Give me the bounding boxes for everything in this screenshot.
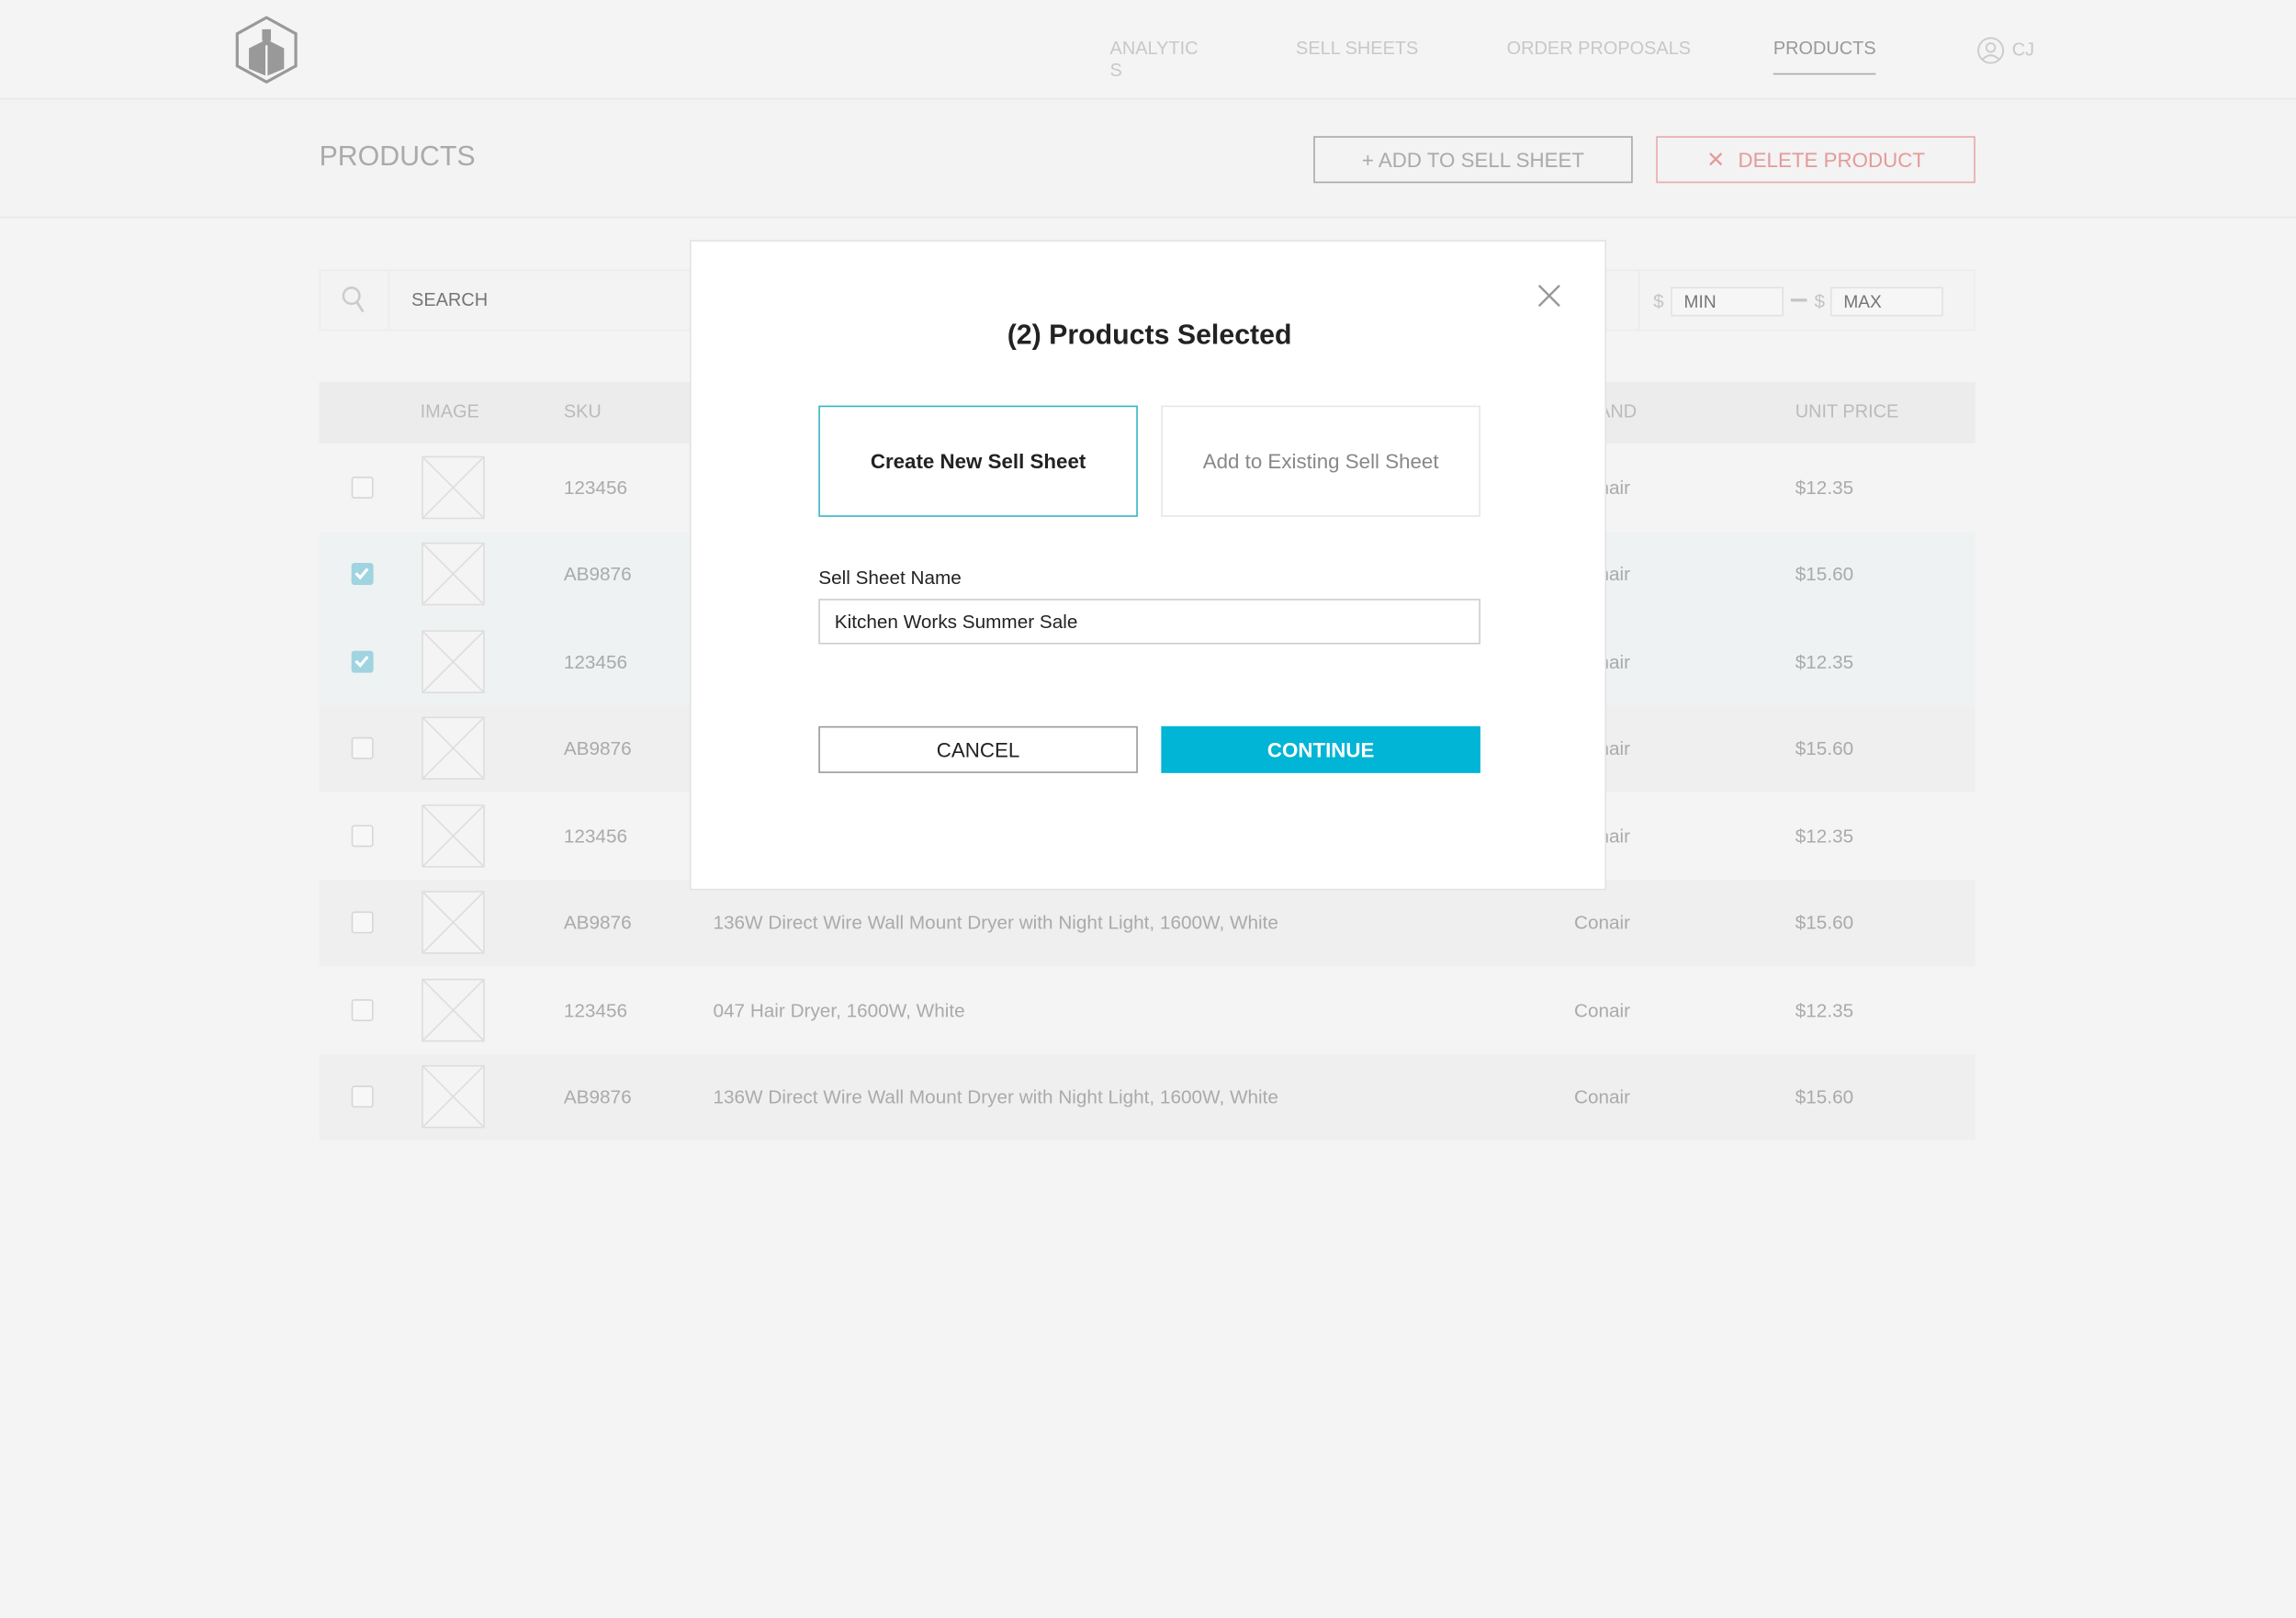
row-checkbox[interactable] (351, 825, 374, 847)
brand-cell: Conair (1573, 911, 1631, 934)
logo-icon[interactable] (234, 16, 298, 91)
user-circle-icon[interactable] (1976, 37, 2005, 72)
price-cell: $15.60 (1795, 1085, 1854, 1108)
row-checkbox[interactable] (351, 476, 374, 499)
row-checkbox[interactable] (351, 911, 374, 934)
nav-products[interactable]: PRODUCTS (1773, 38, 1876, 75)
product-image-placeholder (422, 716, 485, 781)
product-image-placeholder (422, 978, 485, 1042)
brand-cell: Conair (1573, 998, 1631, 1021)
create-new-sell-sheet-option[interactable]: Create New Sell Sheet (818, 405, 1138, 517)
nav-label-wrap: S (1109, 60, 1122, 81)
nav-analytics[interactable]: ANALYTIC S (1110, 38, 1199, 82)
sku-cell: AB9876 (563, 911, 632, 934)
brand-cell: Conair (1573, 1085, 1631, 1108)
row-checkbox[interactable] (351, 563, 374, 586)
table-row[interactable]: AB9876 136W Direct Wire Wall Mount Dryer… (319, 1053, 1975, 1141)
nav-label: ANALYTIC (1109, 38, 1199, 59)
currency-symbol: $ (1653, 289, 1664, 312)
sell-sheet-modal: (2) Products Selected Create New Sell Sh… (689, 240, 1607, 891)
price-cell: $15.60 (1795, 911, 1854, 934)
modal-title: (2) Products Selected (1007, 320, 1292, 352)
nav-sell-sheets[interactable]: SELL SHEETS (1296, 38, 1418, 60)
product-image-placeholder (422, 803, 485, 868)
col-unit-price[interactable]: UNIT PRICE (1795, 401, 1899, 421)
sku-cell: AB9876 (563, 563, 632, 586)
row-checkbox[interactable] (351, 737, 374, 760)
user-initials[interactable]: CJ (2012, 39, 2034, 62)
price-cell: $15.60 (1795, 563, 1854, 586)
row-checkbox[interactable] (351, 998, 374, 1021)
page-header: PRODUCTS + ADD TO SELL SHEET ✕ DELETE PRO… (0, 99, 2296, 219)
product-image-placeholder (422, 1065, 485, 1129)
cancel-button[interactable]: CANCEL (818, 725, 1138, 773)
price-cell: $12.35 (1795, 650, 1854, 673)
delete-label: DELETE PRODUCT (1738, 148, 1925, 172)
nav-order-proposals[interactable]: ORDER PROPOSALS (1507, 38, 1691, 60)
col-sku[interactable]: SKU (564, 401, 602, 421)
description-cell: 136W Direct Wire Wall Mount Dryer with N… (713, 1085, 1278, 1108)
sell-sheet-name-input[interactable] (818, 599, 1480, 645)
top-nav: ANALYTIC S SELL SHEETS ORDER PROPOSALS PR… (0, 0, 2296, 100)
sku-cell: 123456 (563, 825, 628, 847)
description-cell: 136W Direct Wire Wall Mount Dryer with N… (713, 911, 1278, 934)
price-cell: $12.35 (1795, 476, 1854, 499)
delete-product-button[interactable]: ✕ DELETE PRODUCT (1656, 136, 1975, 184)
search-input[interactable] (408, 282, 687, 318)
currency-symbol: $ (1814, 289, 1825, 312)
sell-sheet-name-label: Sell Sheet Name (818, 567, 962, 589)
max-price-input[interactable] (1830, 287, 1943, 317)
product-image-placeholder (422, 543, 485, 606)
col-image: IMAGE (420, 400, 479, 422)
product-image-placeholder (422, 629, 485, 693)
price-cell: $12.35 (1795, 825, 1854, 847)
sku-cell: 123456 (563, 998, 628, 1021)
description-cell: 047 Hair Dryer, 1600W, White (713, 998, 965, 1021)
table-row[interactable]: AB9876 136W Direct Wire Wall Mount Dryer… (319, 879, 1975, 967)
product-image-placeholder (422, 891, 485, 955)
price-cell: $15.60 (1795, 737, 1854, 760)
add-to-sell-sheet-button[interactable]: + ADD TO SELL SHEET (1313, 136, 1633, 184)
page-title: PRODUCTS (319, 141, 476, 174)
row-checkbox[interactable] (351, 1085, 374, 1108)
product-image-placeholder (422, 455, 485, 519)
sku-cell: 123456 (563, 476, 628, 499)
price-filter: $ $ (1638, 270, 1976, 330)
price-cell: $12.35 (1795, 998, 1854, 1021)
add-to-existing-sell-sheet-option[interactable]: Add to Existing Sell Sheet (1161, 405, 1480, 517)
close-x-icon: ✕ (1706, 148, 1726, 174)
search-icon (321, 270, 390, 330)
range-dash (1790, 298, 1807, 302)
sku-cell: AB9876 (563, 737, 632, 760)
sku-cell: 123456 (563, 650, 628, 673)
close-icon[interactable] (1537, 284, 1561, 314)
min-price-input[interactable] (1671, 287, 1784, 317)
table-row[interactable]: 123456 047 Hair Dryer, 1600W, White Cona… (319, 966, 1975, 1054)
row-checkbox[interactable] (351, 650, 374, 673)
continue-button[interactable]: CONTINUE (1161, 725, 1480, 773)
sku-cell: AB9876 (563, 1085, 632, 1108)
